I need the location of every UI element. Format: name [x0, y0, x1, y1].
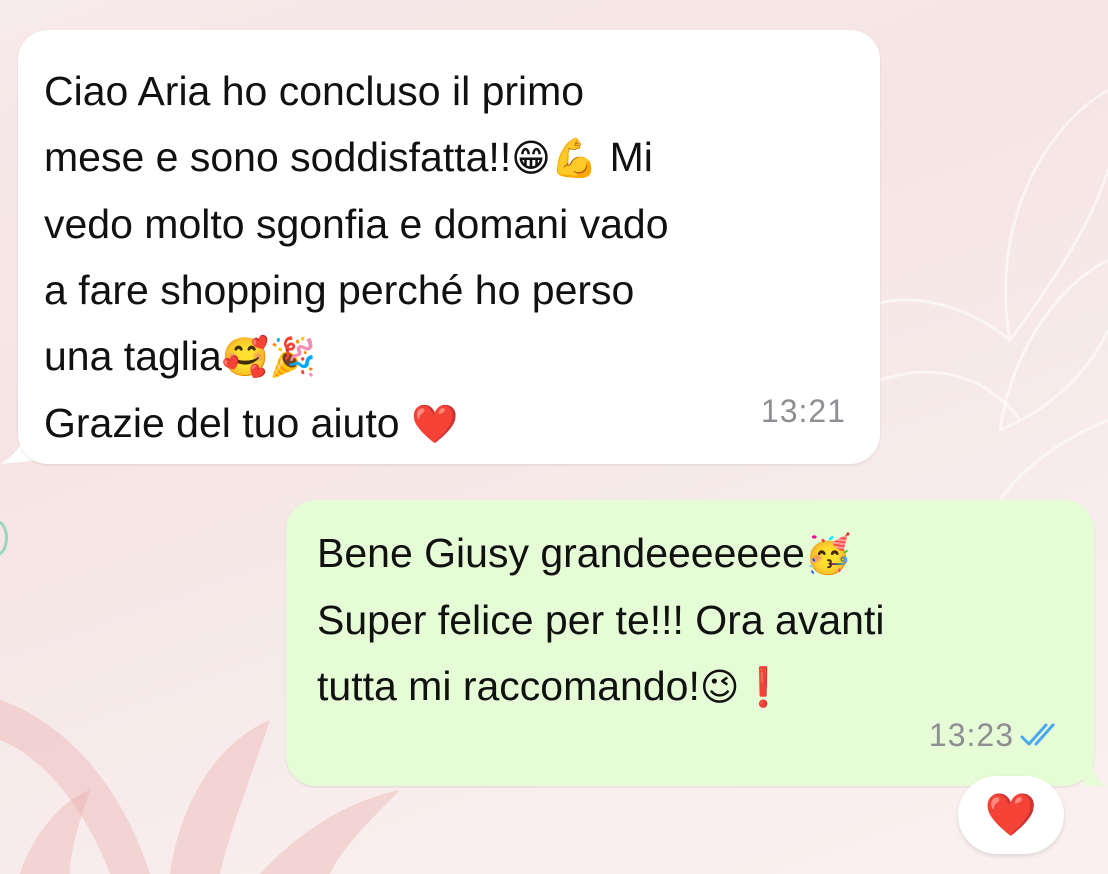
message-line: Grazie del tuo aiuto ❤️	[44, 390, 852, 457]
message-line: Bene Giusy grandeeeeeee🥳	[317, 520, 1068, 587]
message-meta: 13:23	[929, 702, 1064, 768]
smiling-face-hearts-emoji-icon: 🥰	[221, 335, 270, 379]
message-line: vedo molto sgonfia e domani vado	[44, 201, 669, 247]
party-popper-emoji-icon: 🎉	[269, 335, 317, 379]
double-check-read-icon	[1020, 721, 1064, 749]
red-heart-reaction-icon: ❤️	[984, 790, 1038, 839]
message-line: una taglia🥰🎉	[44, 323, 852, 390]
outgoing-message-bubble[interactable]: Bene Giusy grandeeeeeee🥳 Super felice pe…	[286, 500, 1094, 786]
message-line: a fare shopping perché ho perso	[44, 267, 635, 313]
grinning-face-emoji-icon: 😁	[511, 136, 551, 180]
flexed-biceps-emoji-icon: 💪	[550, 136, 599, 180]
message-line: Ciao Aria ho concluso il primo	[44, 68, 585, 114]
red-heart-emoji-icon: ❤️	[410, 402, 459, 446]
message-line: Super felice per te!!! Ora avanti	[317, 597, 885, 643]
message-timestamp: 13:23	[928, 717, 1014, 753]
message-timestamp: 13:21	[760, 393, 846, 429]
exclamation-mark-emoji-icon: ❗	[739, 665, 787, 709]
incoming-message-bubble[interactable]: Ciao Aria ho concluso il primo mese e so…	[18, 30, 880, 464]
partying-face-emoji-icon: 🥳	[804, 532, 853, 576]
winking-face-emoji-icon: 😉	[699, 665, 740, 709]
heart-reaction-chip[interactable]: ❤️	[958, 776, 1064, 854]
outgoing-bubble-tail	[1084, 745, 1108, 787]
message-line: mese e sono soddisfatta!!😁💪 Mi	[44, 124, 852, 191]
